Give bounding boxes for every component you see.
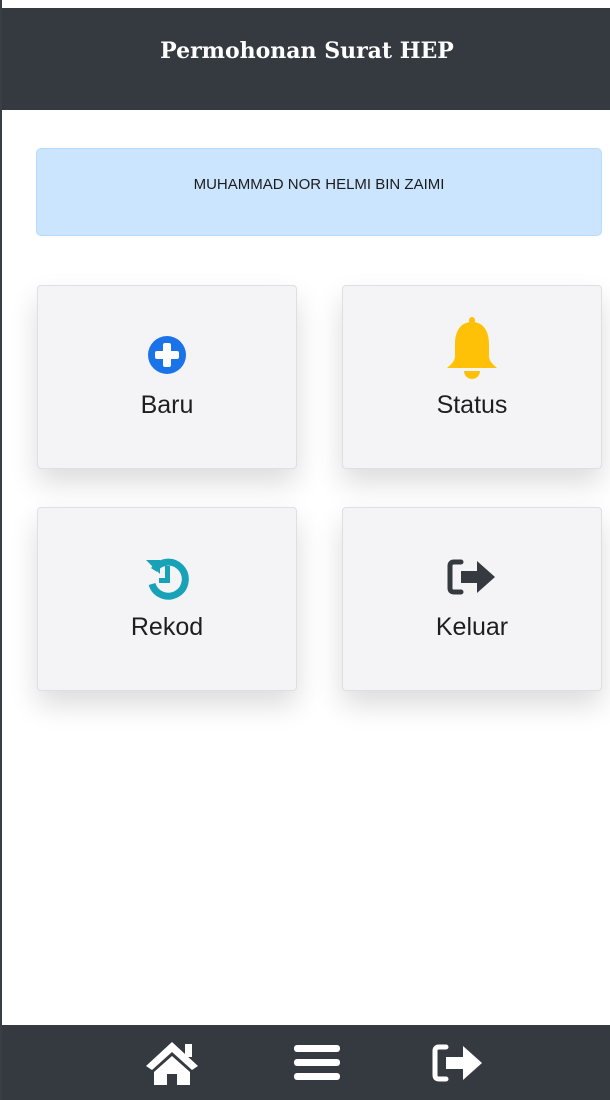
plus-circle-icon — [38, 330, 296, 380]
page-title: Permohonan Surat HEP — [160, 38, 454, 64]
top-bar: Permohonan Surat HEP — [2, 0, 610, 110]
app-frame: Permohonan Surat HEP MUHAMMAD NOR HELMI … — [0, 0, 610, 1100]
logout-button[interactable] — [428, 1037, 488, 1089]
bottom-nav — [2, 1025, 610, 1100]
keluar-button[interactable]: Keluar — [342, 507, 602, 691]
baru-label: Baru — [140, 391, 194, 419]
home-button[interactable] — [142, 1037, 202, 1089]
home-icon — [146, 1042, 198, 1085]
sign-out-icon — [343, 552, 601, 602]
sign-out-icon — [432, 1044, 482, 1082]
menu-button[interactable] — [287, 1037, 347, 1089]
user-name-alert: MUHAMMAD NOR HELMI BIN ZAIMI — [36, 148, 602, 236]
user-name: MUHAMMAD NOR HELMI BIN ZAIMI — [193, 176, 445, 193]
rekod-label: Rekod — [130, 613, 204, 641]
bell-icon — [343, 316, 601, 380]
keluar-label: Keluar — [435, 613, 509, 641]
history-icon — [38, 552, 296, 602]
rekod-button[interactable]: Rekod — [37, 507, 297, 691]
menu-icon — [294, 1045, 340, 1080]
status-label: Status — [436, 391, 508, 419]
status-button[interactable]: Status — [342, 285, 602, 469]
baru-button[interactable]: Baru — [37, 285, 297, 469]
